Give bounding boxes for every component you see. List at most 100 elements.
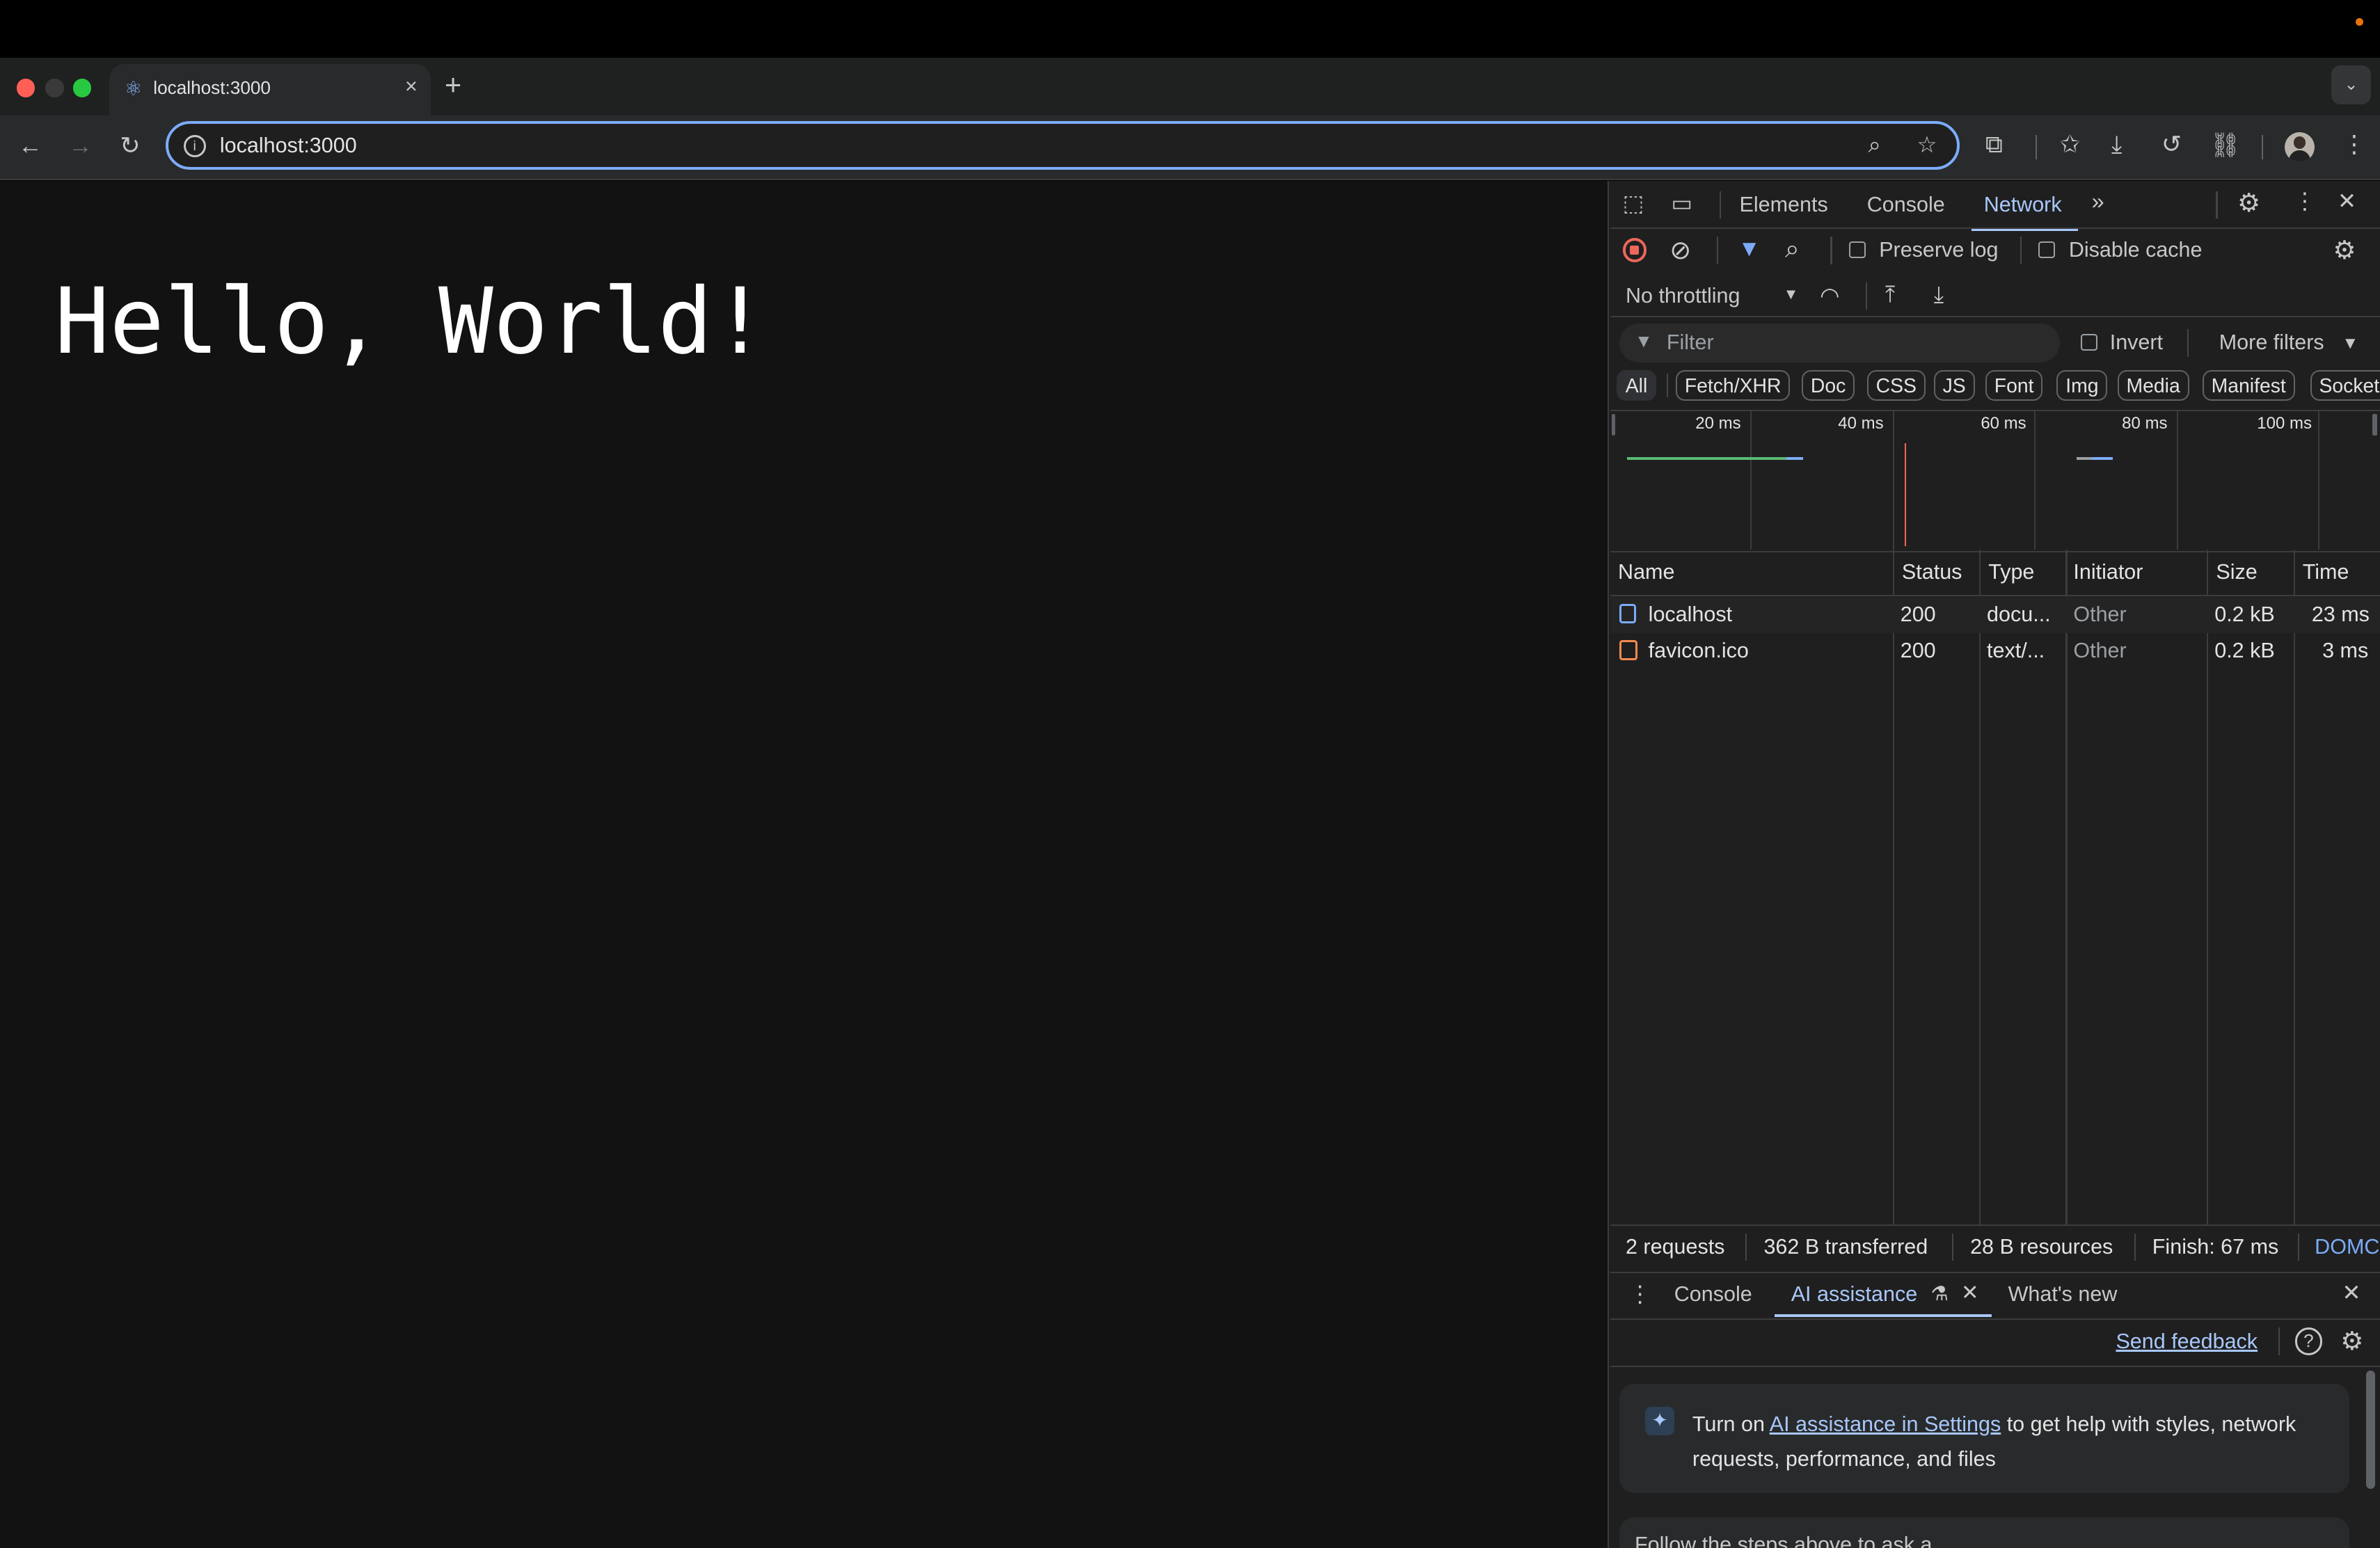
network-conditions-icon[interactable]: ◠ xyxy=(1820,282,1840,309)
site-info-icon[interactable]: i xyxy=(183,134,206,157)
close-drawer-icon[interactable]: ✕ xyxy=(2342,1279,2361,1306)
invert-checkbox[interactable] xyxy=(2081,333,2098,351)
close-drawer-tab-icon[interactable]: ✕ xyxy=(1961,1281,1979,1305)
search-icon[interactable]: ⌕ xyxy=(1785,234,1800,264)
zoom-icon[interactable]: ⌕ xyxy=(1869,131,1881,159)
file-icon xyxy=(1619,640,1638,660)
overview-tick-label: 80 ms xyxy=(2122,414,2168,433)
status-divider xyxy=(1951,1234,1954,1261)
column-header-initiator[interactable]: Initiator xyxy=(2073,560,2143,584)
send-feedback-link[interactable]: Send feedback xyxy=(2116,1330,2258,1354)
ai-follow-steps-text: Follow the steps above to ask a xyxy=(1635,1532,1933,1548)
request-name[interactable]: localhost xyxy=(1649,603,1732,627)
import-har-icon[interactable]: ⤒ xyxy=(1885,281,1895,308)
overview-right-handle[interactable] xyxy=(2372,414,2377,436)
toolbar-divider xyxy=(2020,237,2022,264)
device-toolbar-icon[interactable]: ▭ xyxy=(1671,190,1692,216)
status-divider xyxy=(2134,1234,2136,1261)
drawer-tab-console[interactable]: Console xyxy=(1674,1282,1752,1307)
overview-request-bar xyxy=(1627,456,1787,460)
toolbar-divider xyxy=(2261,135,2263,159)
throttling-select[interactable]: No throttling xyxy=(1626,284,1740,308)
ai-settings-link[interactable]: AI assistance in Settings xyxy=(1770,1412,2001,1436)
ai-assistance-toolbar xyxy=(1610,1318,2380,1367)
column-header-status[interactable]: Status xyxy=(1902,560,1962,584)
column-header-name[interactable]: Name xyxy=(1618,560,1674,584)
bookmark-star-icon[interactable]: ☆ xyxy=(1917,131,1937,158)
type-filter-media[interactable]: Media xyxy=(2117,370,2189,401)
column-header-size[interactable]: Size xyxy=(2216,560,2257,584)
type-filter-css[interactable]: CSS xyxy=(1866,370,1926,401)
request-time: 3 ms xyxy=(2322,639,2369,663)
help-icon[interactable]: ? xyxy=(2294,1327,2323,1355)
reload-icon[interactable]: ↻ xyxy=(120,132,140,160)
browser-menu-icon[interactable]: ⋮ xyxy=(2342,131,2366,159)
drawer-tab-ai-assistance[interactable]: AI assistance xyxy=(1791,1282,1918,1307)
type-filter-manifest[interactable]: Manifest xyxy=(2202,370,2295,401)
drawer-menu-icon[interactable]: ⋮ xyxy=(1628,1281,1651,1307)
drawer-tab-whats-new[interactable]: What's new xyxy=(2008,1282,2118,1307)
ai-settings-gear-icon[interactable]: ⚙ xyxy=(2340,1326,2363,1356)
back-icon[interactable]: ← xyxy=(18,132,42,160)
tab-console[interactable]: Console xyxy=(1867,193,1945,217)
link-icon[interactable]: ⛓ xyxy=(2210,131,2241,159)
experiment-flask-icon: ⚗ xyxy=(1930,1283,1949,1306)
network-settings-icon[interactable]: ⚙ xyxy=(2333,235,2356,265)
extensions-icon[interactable]: ⧉ xyxy=(1985,131,2003,159)
overview-gridline xyxy=(1892,409,1894,550)
preserve-log-checkbox[interactable] xyxy=(1848,241,1866,258)
document-icon xyxy=(1619,604,1637,624)
history-icon[interactable]: ↺ xyxy=(2161,131,2182,159)
close-window-button[interactable] xyxy=(16,79,35,97)
bookmarks-icon[interactable]: ✩ xyxy=(2060,131,2080,159)
tab-network[interactable]: Network xyxy=(1984,193,2062,217)
more-filters-button[interactable]: More filters xyxy=(2219,330,2324,355)
divider xyxy=(1610,315,2380,317)
type-filter-fetch-xhr[interactable]: Fetch/XHR xyxy=(1675,370,1791,401)
type-filter-socket[interactable]: Socket xyxy=(2310,370,2380,401)
export-har-icon[interactable]: ⤓ xyxy=(1934,281,1944,308)
tab-search-button[interactable]: ⌄ xyxy=(2331,65,2371,105)
clear-icon[interactable]: ⊘ xyxy=(1669,235,1691,265)
type-filter-doc[interactable]: Doc xyxy=(1801,370,1855,401)
filter-input[interactable]: ▼ Filter xyxy=(1619,323,2060,363)
settings-gear-icon[interactable]: ⚙ xyxy=(2237,188,2260,218)
type-filter-img[interactable]: Img xyxy=(2056,370,2108,401)
disable-cache-checkbox[interactable] xyxy=(2038,241,2056,258)
column-header-time[interactable]: Time xyxy=(2303,560,2349,584)
filter-icon[interactable]: ▼ xyxy=(1738,235,1760,262)
address-bar[interactable]: i localhost:3000 ⌕ ☆ xyxy=(165,121,1960,170)
column-header-type[interactable]: Type xyxy=(1988,560,2034,584)
new-tab-button[interactable]: + xyxy=(445,68,461,102)
type-filter-js[interactable]: JS xyxy=(1933,370,1975,401)
close-devtools-icon[interactable]: ✕ xyxy=(2338,188,2356,214)
browser-tab[interactable]: ⚛ localhost:3000 × xyxy=(109,63,431,115)
request-name[interactable]: favicon.ico xyxy=(1649,639,1749,663)
tab-title: localhost:3000 xyxy=(153,77,271,99)
inspect-element-icon[interactable]: ⬚ xyxy=(1623,190,1644,216)
request-time: 23 ms xyxy=(2311,602,2370,626)
minimize-window-button[interactable] xyxy=(45,79,64,97)
url-text[interactable]: localhost:3000 xyxy=(220,134,357,158)
chevron-down-icon[interactable]: ▼ xyxy=(2342,334,2358,353)
overview-left-handle[interactable] xyxy=(1612,414,1615,436)
type-filter-font[interactable]: Font xyxy=(1985,370,2043,401)
forward-icon[interactable]: → xyxy=(68,132,93,160)
request-status: 200 xyxy=(1900,639,1936,663)
drawer-scrollbar[interactable] xyxy=(2366,1370,2376,1489)
downloads-icon[interactable]: ⤓ xyxy=(2111,131,2122,159)
overview-gridline xyxy=(2317,409,2319,550)
type-filter-all[interactable]: All xyxy=(1616,370,1657,401)
more-tabs-icon[interactable]: » xyxy=(2092,188,2104,214)
devtools-menu-icon[interactable]: ⋮ xyxy=(2294,188,2317,214)
request-size: 0.2 kB xyxy=(2214,602,2275,626)
finish-time: Finish: 67 ms xyxy=(2152,1235,2279,1259)
tab-elements[interactable]: Elements xyxy=(1740,193,1828,217)
zoom-window-button[interactable] xyxy=(72,79,91,97)
overview-tick-label: 100 ms xyxy=(2257,414,2312,433)
toolbar-divider xyxy=(1666,373,1669,398)
chevron-down-icon[interactable]: ▼ xyxy=(1784,285,1799,303)
ai-assistance-icon: ✦ xyxy=(1645,1406,1674,1436)
close-tab-icon[interactable]: × xyxy=(405,74,418,99)
toolbar-divider xyxy=(2187,329,2189,357)
